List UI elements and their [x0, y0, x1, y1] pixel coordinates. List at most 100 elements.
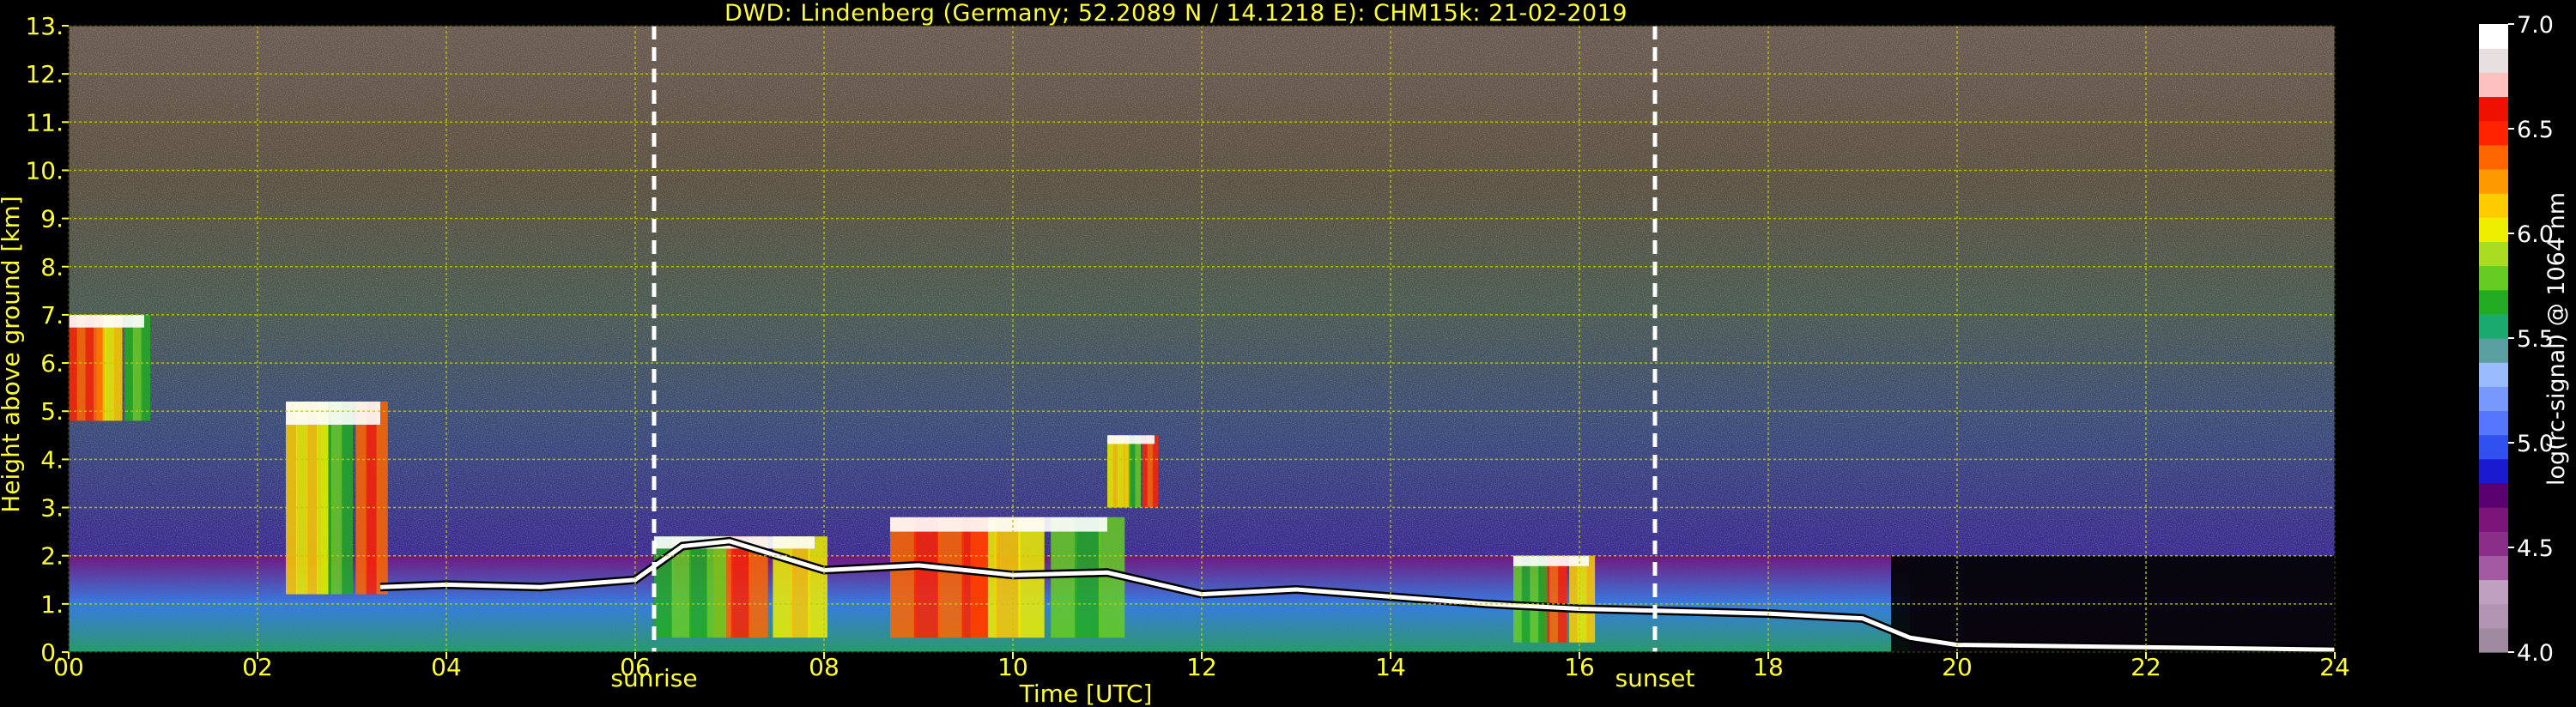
y-tick-label: 3.: [40, 494, 64, 523]
x-tick-label: 22: [2131, 653, 2161, 681]
cloud-stripe: [69, 314, 78, 421]
sunset-label: sunset: [1615, 664, 1695, 692]
x-tick-label: 02: [242, 653, 273, 681]
cloud-stripe: [730, 536, 751, 638]
colorbar-segment: [2479, 217, 2508, 242]
cloud-stripe: [1118, 435, 1124, 508]
cloud-stripe: [1130, 435, 1136, 508]
cloud-stripe: [355, 402, 367, 595]
x-tick-label: 04: [431, 653, 462, 681]
cloud-stripe: [341, 402, 354, 595]
lidar-chart: sunrise sunset 00 02 04 06 08 10 12 14 16 18 20 22 24…: [0, 12, 2570, 707]
cloud-stripe: [1513, 555, 1523, 643]
y-tick-label: 12.: [25, 60, 64, 88]
cloud-stripe: [706, 536, 727, 638]
cloud-stripe: [1557, 555, 1567, 643]
colorbar-segment: [2479, 603, 2508, 629]
cloud-stripe: [1135, 435, 1142, 508]
colorbar-segment: [2479, 168, 2508, 194]
colorbar-tick-label: 6.5: [2517, 117, 2554, 143]
colorbar-segment: [2479, 289, 2508, 315]
colorbar-segment: [2479, 338, 2508, 363]
cloud-stripe: [791, 536, 810, 638]
colorbar-segment: [2479, 579, 2508, 605]
colorbar-segment: [2479, 241, 2508, 267]
colorbar: 4.04.55.05.56.06.57.0: [2479, 12, 2554, 667]
cloud-stripe: [85, 314, 94, 421]
x-tick-label: 14: [1375, 653, 1406, 681]
colorbar-segment: [2479, 507, 2508, 532]
cloud-stripe: [124, 314, 134, 421]
cloud-stripe: [1538, 555, 1548, 643]
colorbar-segment: [2479, 193, 2508, 218]
y-tick-label: 5.: [40, 397, 64, 426]
cloud-stripe: [306, 402, 318, 595]
colorbar-tick-label: 4.0: [2517, 640, 2554, 667]
x-tick-label: 20: [1942, 653, 1973, 681]
x-tick-label: 18: [1753, 653, 1784, 681]
cloud-stripe: [1549, 555, 1559, 643]
colorbar-segment: [2479, 362, 2508, 387]
cloud-stripe: [94, 314, 103, 421]
cloud-stripe: [689, 536, 709, 638]
y-tick-label: 7.: [40, 301, 64, 329]
cloud-stripe: [890, 517, 917, 638]
y-tick-label: 6.: [40, 349, 64, 378]
cloud-top: [286, 402, 380, 425]
cloud-top: [1513, 555, 1589, 566]
colorbar-segment: [2479, 48, 2508, 73]
y-tick-label: 2.: [40, 542, 64, 571]
cloud-stripe: [317, 402, 329, 595]
cloud-stripe: [1585, 555, 1596, 643]
y-tick-label: 10.: [25, 156, 64, 184]
colorbar-label: log(rc-signal) @ 1064 nm: [2543, 192, 2570, 486]
cloud-top: [69, 314, 144, 328]
cloud-top: [890, 517, 1107, 532]
x-tick-label: 06: [620, 653, 651, 681]
colorbar-segment: [2479, 96, 2508, 122]
cloud-stripe: [112, 314, 123, 421]
y-tick-label: 1.: [40, 590, 64, 619]
cloud-stripe: [76, 314, 87, 421]
y-tick-label: 9.: [40, 205, 64, 233]
colorbar-segment: [2479, 265, 2508, 291]
colorbar-tick-label: 4.5: [2517, 535, 2554, 562]
colorbar-segment: [2479, 627, 2508, 653]
cloud-stripe: [1569, 555, 1579, 643]
x-tick-label: 08: [809, 653, 839, 681]
colorbar-segment: [2479, 434, 2508, 460]
x-axis-label: Time [UTC]: [1019, 680, 1153, 707]
x-tick-label: 10: [997, 653, 1028, 681]
cloud-stripe: [1112, 435, 1118, 508]
cloud-stripe: [141, 314, 151, 421]
cloud-top: [1107, 435, 1155, 444]
cloud-stripe: [366, 402, 378, 595]
cloud-stripe: [1142, 435, 1149, 508]
colorbar-segment: [2479, 313, 2508, 339]
cloud-stripe: [1530, 555, 1539, 643]
y-tick-label: 8.: [40, 253, 64, 281]
colorbar-segment: [2479, 531, 2508, 556]
cloud-stripe: [330, 402, 342, 595]
colorbar-segment: [2479, 72, 2508, 98]
cloud-stripe: [913, 517, 941, 638]
y-tick-label: 4.: [40, 445, 64, 474]
cloud-stripe: [937, 517, 965, 638]
cloud-stripe: [286, 402, 298, 595]
y-tick-label: 11.: [25, 108, 64, 136]
colorbar-segment: [2479, 555, 2508, 581]
cloud-stripe: [1107, 435, 1113, 508]
cloud-stripe: [1521, 555, 1531, 643]
colorbar-segment: [2479, 386, 2508, 412]
y-axis-label: Height above ground [km]: [0, 196, 25, 513]
x-tick-label: 24: [2319, 653, 2350, 681]
colorbar-segment: [2479, 482, 2508, 508]
colorbar-segment: [2479, 144, 2508, 170]
cloud-stripe: [1147, 435, 1154, 508]
colorbar-tick-label: 7.0: [2517, 12, 2554, 39]
colorbar-segment: [2479, 410, 2508, 436]
colorbar-segment: [2479, 24, 2508, 49]
y-tick-label: 0.: [40, 638, 64, 667]
y-tick-label: 13.: [25, 12, 64, 40]
cloud-stripe: [376, 402, 388, 595]
